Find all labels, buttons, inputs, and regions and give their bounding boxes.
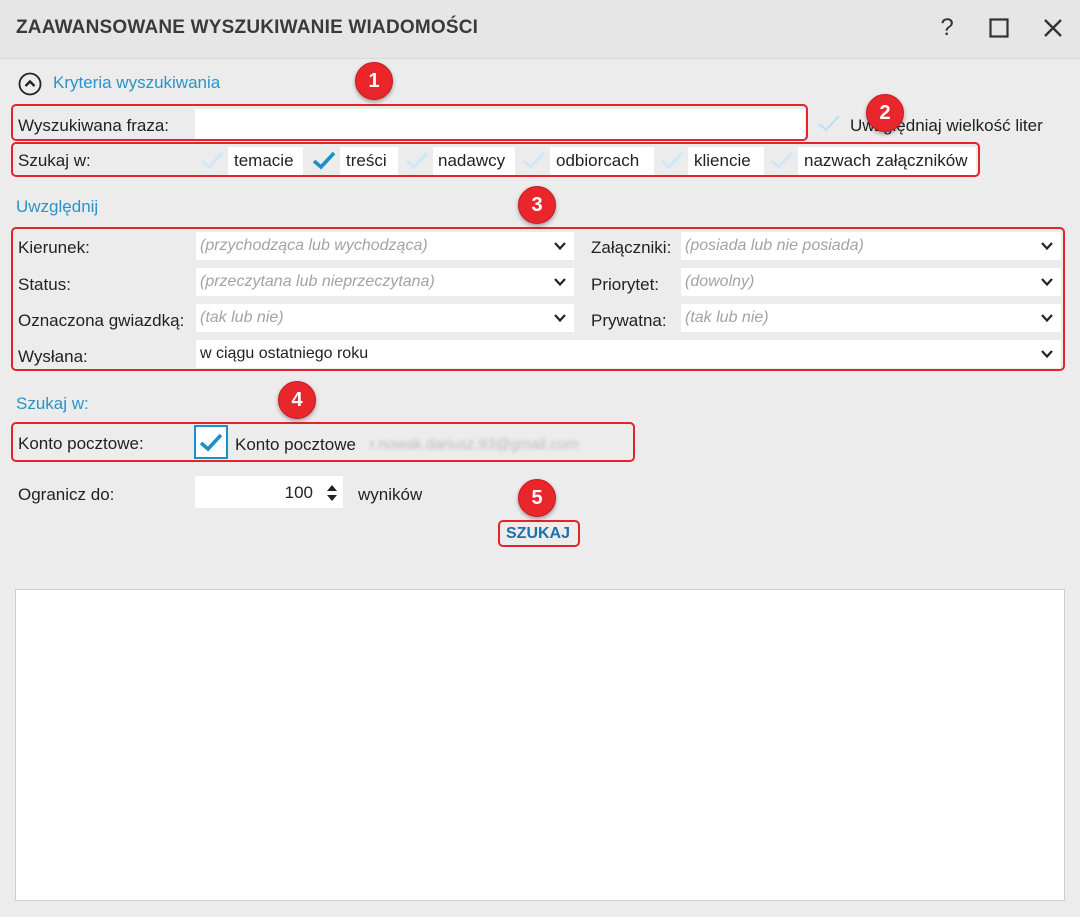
annotation-badge-5: 5 <box>518 479 556 517</box>
maximize-button[interactable] <box>983 12 1015 44</box>
limit-value: 100 <box>284 483 313 502</box>
limit-label: Ogranicz do: <box>18 485 115 504</box>
annotation-box-3 <box>11 227 1065 371</box>
annotation-box-4 <box>11 422 635 462</box>
chevron-up-circle-icon <box>18 72 42 96</box>
stepper-arrows-icon[interactable] <box>325 482 339 504</box>
limit-stepper[interactable]: 100 <box>195 476 343 508</box>
annotation-box-1 <box>11 104 808 141</box>
case-sensitive-checkbox[interactable] <box>814 108 844 138</box>
window-title: ZAAWANSOWANE WYSZUKIWANIE WIADOMOŚCI <box>16 17 479 38</box>
search-in-section-header: Szukaj w: <box>16 394 89 413</box>
include-section-header: Uwzględnij <box>16 197 99 216</box>
annotation-badge-3: 3 <box>518 186 556 224</box>
close-icon <box>1044 19 1062 37</box>
close-button[interactable] <box>1037 12 1069 44</box>
help-icon: ? <box>940 14 954 41</box>
results-panel <box>15 589 1065 901</box>
collapse-criteria-button[interactable] <box>18 72 42 96</box>
annotation-badge-2: 2 <box>866 94 904 132</box>
annotation-badge-4: 4 <box>278 381 316 419</box>
maximize-icon <box>989 18 1009 38</box>
help-button[interactable]: ? <box>931 12 963 44</box>
annotation-box-5 <box>498 520 580 547</box>
limit-unit: wyników <box>358 485 423 504</box>
annotation-box-2 <box>11 142 980 177</box>
annotation-badge-1: 1 <box>355 62 393 100</box>
check-mark-icon <box>818 114 841 133</box>
criteria-section-header[interactable]: Kryteria wyszukiwania <box>53 73 220 93</box>
